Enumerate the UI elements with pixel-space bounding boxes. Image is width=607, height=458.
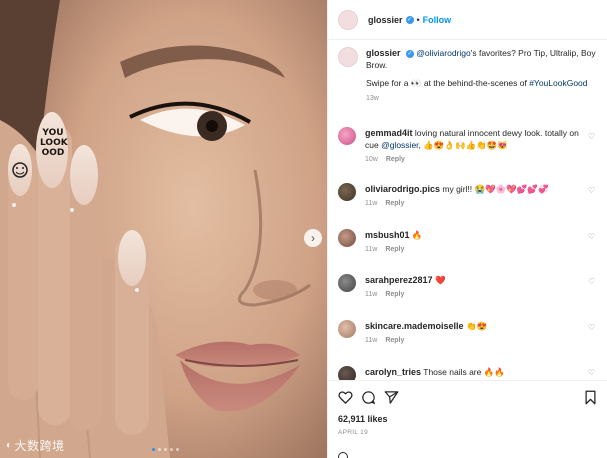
comment-text: my girl!! 😭💖🌸💖💕💕💞: [442, 184, 549, 194]
action-bar: 62,911 likes APRIL 19: [328, 380, 607, 436]
comment-age: 10w: [365, 156, 378, 163]
comment-item: skincare.mademoiselle 👏😍 11w Reply ♡: [338, 320, 603, 347]
comment-item: gemmad4it loving natural innocent dewy l…: [338, 127, 603, 166]
carousel-dot: [164, 448, 167, 451]
reply-button[interactable]: Reply: [385, 200, 404, 207]
heart-icon[interactable]: ♡: [588, 323, 595, 332]
add-comment-icon[interactable]: [338, 452, 348, 458]
watermark: ◐ 大数跨境: [6, 437, 65, 454]
nail-text-line: OOD: [41, 148, 65, 158]
watermark-logo-icon: ◐: [6, 440, 13, 451]
comment-author[interactable]: skincare.mademoiselle: [365, 321, 464, 331]
heart-icon[interactable]: ♡: [588, 132, 595, 141]
caption-age: 13w: [366, 95, 379, 102]
chevron-right-icon: ›: [311, 231, 315, 245]
comment-item: sarahperez2817 ❤️ 11w Reply ♡: [338, 274, 603, 301]
post-date: APRIL 19: [338, 429, 368, 436]
carousel-dot: [176, 448, 179, 451]
comment-age: 11w: [365, 200, 378, 207]
heart-icon[interactable]: [338, 390, 353, 405]
comment-author[interactable]: oliviarodrigo.pics: [365, 184, 440, 194]
comment-text: 👏😍: [465, 321, 488, 331]
nail-lettering: YOU LOOK OOD: [40, 128, 68, 158]
account-name[interactable]: glossier: [368, 15, 403, 25]
mention-link[interactable]: @oliviarodrigo: [416, 48, 470, 58]
comment-age: 11w: [365, 246, 378, 253]
post-caption: glossier ✓ @oliviarodrigo's favorites? P…: [338, 47, 603, 105]
follow-button[interactable]: Follow: [423, 15, 452, 25]
watermark-text: 大数跨境: [14, 439, 65, 453]
reply-button[interactable]: Reply: [385, 291, 404, 298]
post-image[interactable]: YOU LOOK OOD › ◐ 大数跨境: [0, 0, 327, 458]
avatar[interactable]: [338, 127, 356, 145]
like-count[interactable]: 62,911 likes: [338, 414, 598, 424]
verified-badge-icon: ✓: [405, 15, 414, 24]
heart-icon[interactable]: ♡: [588, 186, 595, 195]
avatar[interactable]: [338, 320, 356, 338]
avatar[interactable]: [338, 183, 356, 201]
reply-button[interactable]: Reply: [385, 246, 404, 253]
nail-text-line: LOOK: [40, 138, 68, 148]
heart-icon[interactable]: ♡: [588, 368, 595, 377]
comment-author[interactable]: msbush01: [365, 230, 410, 240]
comment-emoji: , 👍😍👌🙌👍👏🤩😻: [418, 140, 508, 150]
comment-author[interactable]: carolyn_tries: [365, 367, 421, 377]
next-image-button[interactable]: ›: [304, 229, 322, 247]
comment-item: msbush01 🔥 11w Reply ♡: [338, 229, 603, 256]
bookmark-icon[interactable]: [583, 390, 598, 405]
comment-author[interactable]: sarahperez2817: [365, 275, 433, 285]
comment-text: ❤️: [434, 275, 446, 285]
carousel-dot: [170, 448, 173, 451]
caption-text: 's favorites? Pro Tip, Ultralip, Boy Bro…: [366, 48, 596, 70]
comment-text: 🔥: [411, 230, 423, 240]
avatar[interactable]: [338, 47, 358, 67]
comment-text: Those nails are 🔥🔥: [423, 367, 505, 377]
carousel-dot: [152, 448, 155, 451]
comment-age: 11w: [365, 337, 378, 344]
avatar[interactable]: [338, 9, 358, 30]
comment-age: 11w: [365, 291, 378, 298]
heart-icon[interactable]: ♡: [588, 277, 595, 286]
comment-author[interactable]: gemmad4it: [365, 128, 413, 138]
post-details-panel: glossier ✓ • Follow glossier ✓ @oliviaro…: [327, 0, 607, 458]
carousel-dot: [158, 448, 161, 451]
hashtag-link[interactable]: #YouLookGood: [529, 78, 587, 88]
heart-icon[interactable]: ♡: [588, 232, 595, 241]
comment-icon[interactable]: [361, 390, 376, 405]
carousel-dots: [152, 448, 179, 451]
verified-badge-icon: ✓: [405, 49, 414, 58]
caption-text: Swipe for a 👀 at the behind-the-scenes o…: [366, 78, 530, 88]
post-header: glossier ✓ • Follow: [328, 0, 607, 40]
comment-item: oliviarodrigo.pics my girl!! 😭💖🌸💖💕💕💞 11w…: [338, 183, 603, 210]
avatar[interactable]: [338, 229, 356, 247]
share-icon[interactable]: [384, 390, 399, 405]
nail-text-line: YOU: [42, 128, 64, 138]
separator-dot: •: [416, 14, 420, 25]
caption-author[interactable]: glossier: [366, 48, 401, 58]
reply-button[interactable]: Reply: [386, 156, 405, 163]
mention-link[interactable]: @glossier: [381, 140, 418, 150]
avatar[interactable]: [338, 274, 356, 292]
portrait-illustration: [0, 0, 327, 458]
reply-button[interactable]: Reply: [385, 337, 404, 344]
